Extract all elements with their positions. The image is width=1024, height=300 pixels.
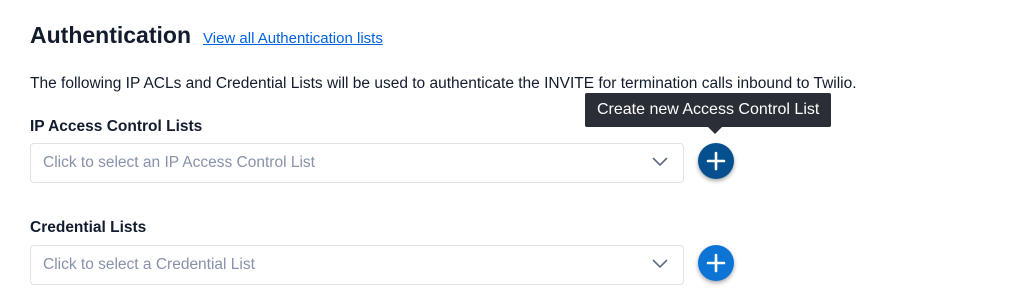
create-acl-tooltip: Create new Access Control List xyxy=(585,93,832,127)
page-title: Authentication xyxy=(30,22,191,48)
ip-acl-label: IP Access Control Lists xyxy=(30,118,203,135)
page-header: Authentication View all Authentication l… xyxy=(30,22,383,49)
chevron-down-icon xyxy=(652,259,668,269)
view-all-authentication-lists-link[interactable]: View all Authentication lists xyxy=(203,30,383,47)
ip-acl-select[interactable]: Click to select an IP Access Control Lis… xyxy=(30,143,684,183)
plus-icon xyxy=(706,253,726,273)
credential-list-placeholder: Click to select a Credential List xyxy=(43,256,255,273)
tooltip-arrow xyxy=(708,127,722,134)
ip-acl-placeholder: Click to select an IP Access Control Lis… xyxy=(43,154,315,171)
credential-lists-label: Credential Lists xyxy=(30,219,147,236)
add-credential-list-button[interactable] xyxy=(698,245,734,281)
plus-icon xyxy=(706,151,726,171)
authentication-description: The following IP ACLs and Credential Lis… xyxy=(30,75,857,92)
add-ip-acl-button[interactable] xyxy=(698,143,734,179)
chevron-down-icon xyxy=(652,157,668,167)
credential-list-select[interactable]: Click to select a Credential List xyxy=(30,245,684,285)
